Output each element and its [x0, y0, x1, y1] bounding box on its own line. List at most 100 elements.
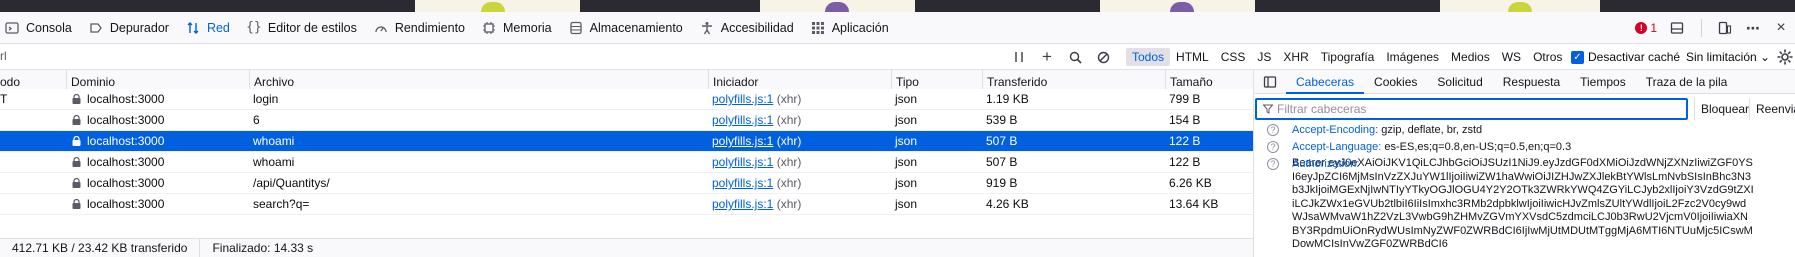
- cell-domain: localhost:3000: [66, 110, 249, 131]
- header-row: ? Authorization:: [1254, 157, 1795, 172]
- tab-memory[interactable]: Memoria: [473, 12, 560, 44]
- type-filter-js[interactable]: JS: [1251, 48, 1277, 66]
- cell-domain: localhost:3000: [66, 89, 249, 110]
- disable-cache-checkbox[interactable]: ✓ Desactivar caché: [1571, 44, 1680, 70]
- table-row[interactable]: localhost:3000 whoami polyfills.js:1 (xhr)…: [0, 131, 1253, 152]
- header-value: gzip, deflate, br, zstd: [1381, 124, 1483, 136]
- network-icon: [185, 20, 201, 36]
- cell-file: /api/Quantitys/: [253, 176, 330, 190]
- memory-icon: [481, 20, 497, 36]
- cell-size: 13.64 KB: [1169, 197, 1219, 211]
- tab-stack-trace[interactable]: Traza de la pila: [1636, 70, 1738, 94]
- tab-network[interactable]: Red: [177, 12, 238, 44]
- lock-icon: [72, 199, 81, 209]
- more-options-icon[interactable]: ⋯: [1739, 12, 1767, 44]
- help-icon[interactable]: ?: [1267, 124, 1279, 136]
- cell-size: 122 B: [1169, 155, 1201, 169]
- close-icon[interactable]: ×: [1767, 12, 1795, 44]
- lock-icon: [72, 136, 81, 146]
- style-editor-icon: {}: [246, 20, 262, 35]
- checkbox-checked-icon: ✓: [1571, 50, 1584, 64]
- gear-icon[interactable]: [1776, 48, 1794, 66]
- type-filter-fonts[interactable]: Tipografía: [1315, 48, 1381, 66]
- header-row: ? Accept-Encoding: gzip, deflate, br, zs…: [1254, 123, 1795, 138]
- split-console-icon[interactable]: [1663, 12, 1691, 44]
- type-filter-images[interactable]: Imágenes: [1380, 48, 1445, 66]
- toggle-sidebar-icon[interactable]: [1254, 70, 1286, 94]
- initiator-link[interactable]: polyfills.js:1: [712, 113, 773, 127]
- pause-icon[interactable]: [1005, 44, 1033, 70]
- table-row[interactable]: localhost:3000 6 polyfills.js:1 (xhr) json 5…: [0, 110, 1253, 131]
- storage-icon: [568, 20, 584, 36]
- page-content-strip: [0, 0, 1795, 12]
- search-icon[interactable]: [1061, 44, 1089, 70]
- resend-button[interactable]: Reenviar: [1749, 98, 1795, 120]
- type-filter-media[interactable]: Medios: [1445, 48, 1496, 66]
- lock-icon: [72, 94, 81, 104]
- error-count-badge[interactable]: ! 1: [1635, 21, 1657, 35]
- tab-accessibility[interactable]: Accesibilidad: [691, 12, 802, 44]
- cell-initiator: polyfills.js:1 (xhr): [708, 110, 891, 131]
- cell-initiator: polyfills.js:1 (xhr): [708, 131, 891, 152]
- tab-label: Consola: [26, 20, 72, 35]
- url-filter-input[interactable]: rl: [0, 49, 7, 63]
- table-row[interactable]: localhost:3000/api/Quantitys/polyfills.j…: [0, 173, 1253, 194]
- cell-method: [0, 194, 66, 215]
- devtools-toolbar: Consola Depurador Red {} Editor de estil…: [0, 12, 1795, 44]
- tab-cookies[interactable]: Cookies: [1364, 70, 1427, 94]
- finish-time: Finalizado: 14.33 s: [212, 241, 314, 255]
- type-filter-css[interactable]: CSS: [1215, 48, 1252, 66]
- disable-cache-label: Desactivar caché: [1588, 50, 1681, 64]
- table-row[interactable]: Tlocalhost:3000 login polyfills.js:1 (xhr)…: [0, 89, 1253, 110]
- initiator-link[interactable]: polyfills.js:1: [712, 134, 773, 148]
- responsive-design-icon[interactable]: [1711, 12, 1739, 44]
- tab-application[interactable]: Aplicación: [802, 12, 897, 44]
- initiator-cause: (xhr): [776, 176, 802, 190]
- help-icon[interactable]: ?: [1267, 141, 1279, 153]
- cell-domain: localhost:3000: [66, 131, 249, 152]
- tab-storage[interactable]: Almacenamiento: [560, 12, 691, 44]
- tab-style-editor[interactable]: {} Editor de estilos: [238, 12, 365, 44]
- tab-timings[interactable]: Tiempos: [1570, 70, 1636, 94]
- toolbar-divider: [1691, 12, 1711, 44]
- error-icon: !: [1635, 22, 1648, 34]
- initiator-link[interactable]: polyfills.js:1: [712, 197, 773, 211]
- cell-size: 154 B: [1169, 113, 1201, 127]
- filter-headers-input[interactable]: Filtrar cabeceras: [1255, 98, 1688, 120]
- cell-size: 122 B: [1169, 134, 1201, 148]
- application-icon: [810, 20, 826, 36]
- tab-label: Rendimiento: [394, 20, 466, 35]
- cell-type: json: [895, 155, 918, 169]
- tab-console[interactable]: Consola: [0, 12, 80, 44]
- type-filter-all[interactable]: Todos: [1126, 48, 1171, 66]
- tab-headers[interactable]: Cabeceras: [1286, 70, 1365, 94]
- add-icon[interactable]: +: [1033, 44, 1061, 70]
- initiator-link[interactable]: polyfills.js:1: [712, 155, 773, 169]
- type-filter-ws[interactable]: WS: [1496, 48, 1527, 66]
- cell-size: 6.26 KB: [1169, 176, 1212, 190]
- headers-filter-row: Filtrar cabeceras Bloquear Reenviar: [1254, 98, 1795, 120]
- initiator-link[interactable]: polyfills.js:1: [712, 92, 773, 106]
- tab-label: Red: [206, 20, 230, 35]
- page-strip-segment: [0, 0, 330, 12]
- cell-transferred: 539 B: [986, 113, 1018, 127]
- tab-response[interactable]: Respuesta: [1493, 70, 1570, 94]
- console-icon: [4, 20, 20, 36]
- throttling-label: Sin limitación ⌄: [1686, 50, 1771, 64]
- tab-performance[interactable]: Rendimiento: [365, 12, 473, 44]
- block-button[interactable]: Bloquear: [1694, 98, 1755, 120]
- help-icon[interactable]: ?: [1267, 158, 1279, 170]
- type-filter-xhr[interactable]: XHR: [1277, 48, 1314, 66]
- tab-request[interactable]: Solicitud: [1427, 70, 1492, 94]
- initiator-link[interactable]: polyfills.js:1: [712, 176, 773, 190]
- table-row[interactable]: localhost:3000 search?q= polyfills.js:1 (x…: [0, 194, 1253, 215]
- type-filter-html[interactable]: HTML: [1170, 48, 1215, 66]
- page-strip-segment: [415, 0, 580, 12]
- table-row[interactable]: localhost:3000 whoami polyfills.js:1 (xhr)…: [0, 152, 1253, 173]
- cell-file: login: [253, 92, 279, 106]
- clear-icon[interactable]: [1089, 44, 1117, 70]
- type-filter-other[interactable]: Otros: [1527, 48, 1568, 66]
- tab-debugger[interactable]: Depurador: [80, 12, 177, 44]
- cell-method: [0, 173, 66, 194]
- throttling-select[interactable]: Sin limitación ⌄: [1686, 44, 1770, 70]
